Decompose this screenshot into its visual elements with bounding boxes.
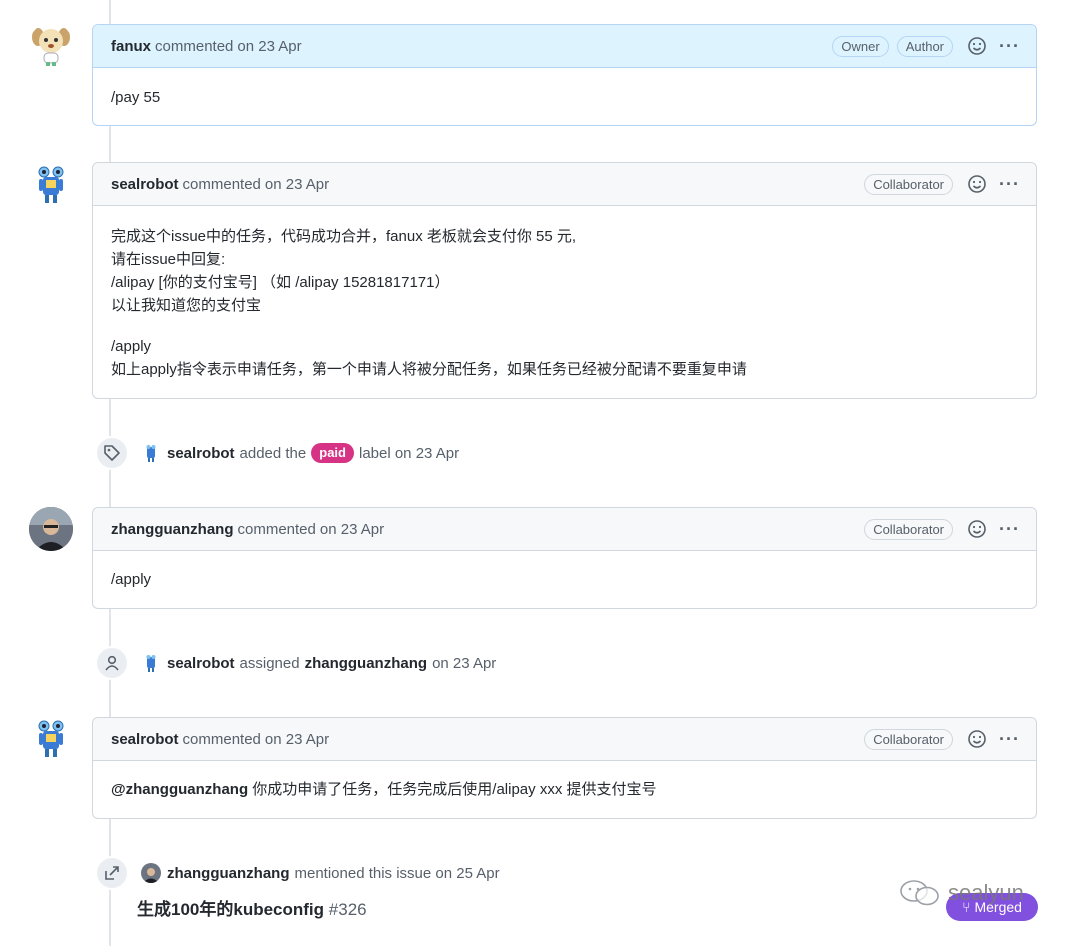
- comment-line: 以让我知道您的支付宝: [111, 297, 262, 314]
- smiley-icon[interactable]: [967, 36, 987, 56]
- event-actor[interactable]: zhangguanzhang: [167, 865, 290, 882]
- avatar-fanux[interactable]: [29, 23, 73, 67]
- mini-avatar-sealrobot[interactable]: [141, 653, 161, 673]
- referenced-pr-title[interactable]: 生成100年的kubeconfig #326: [137, 895, 367, 920]
- comment-action: commented: [182, 175, 261, 193]
- comment-date[interactable]: on 23 Apr: [265, 176, 329, 193]
- wechat-icon: [900, 880, 939, 906]
- comment-author[interactable]: sealrobot: [111, 176, 179, 193]
- comment-date[interactable]: on 23 Apr: [237, 38, 301, 55]
- comment-header: sealrobot commented on 23 Apr Collaborat…: [93, 163, 1036, 206]
- comment-line: /apply: [111, 338, 152, 355]
- mini-avatar-zhangguanzhang[interactable]: [141, 863, 161, 883]
- comment-header: sealrobot commented on 23 Apr Collaborat…: [93, 718, 1036, 761]
- smiley-icon[interactable]: [967, 729, 987, 749]
- comment-line: /apply: [111, 571, 152, 588]
- comment-line: /alipay [你的支付宝号] （如 /alipay 15281817171）: [111, 274, 450, 291]
- paid-label[interactable]: paid: [311, 443, 354, 463]
- comment-header: fanux commented on 23 Apr Owner Author ·…: [93, 25, 1036, 68]
- comment-line: 如上apply指令表示申请任务，第一个申请人将被分配任务，如果任务已经被分配请不…: [111, 361, 747, 378]
- avatar-sealrobot[interactable]: [29, 163, 73, 207]
- comment-author[interactable]: fanux: [111, 38, 151, 55]
- pr-title[interactable]: 生成100年的kubeconfig: [137, 900, 324, 919]
- comment-sealrobot-assigned: sealrobot commented on 23 Apr Collaborat…: [92, 717, 1037, 819]
- cross-reference-icon: [95, 856, 129, 890]
- comment-header: zhangguanzhang commented on 23 Apr Colla…: [93, 508, 1036, 551]
- comment-author[interactable]: zhangguanzhang: [111, 521, 234, 538]
- comment-body: 完成这个issue中的任务，代码成功合并，fanux 老板就会支付你 55 元,…: [93, 206, 1036, 381]
- event-text: label on 23 Apr: [358, 444, 460, 462]
- more-options-icon[interactable]: ···: [999, 175, 1020, 193]
- avatar-sealrobot[interactable]: [29, 717, 73, 761]
- event-text: assigned: [239, 654, 300, 672]
- comment-date[interactable]: on 23 Apr: [320, 521, 384, 538]
- smiley-icon[interactable]: [967, 174, 987, 194]
- tag-icon: [95, 436, 129, 470]
- watermark: sealyun: [898, 878, 1024, 908]
- collaborator-badge: Collaborator: [864, 518, 954, 540]
- avatar-zhangguanzhang[interactable]: [29, 507, 73, 551]
- comment-text: 你成功申请了任务，任务完成后使用/alipay xxx 提供支付宝号: [248, 781, 657, 798]
- more-options-icon[interactable]: ···: [999, 37, 1020, 55]
- person-icon: [95, 646, 129, 680]
- event-assignee[interactable]: zhangguanzhang: [305, 655, 428, 672]
- collaborator-badge: Collaborator: [864, 173, 954, 195]
- smiley-icon[interactable]: [967, 519, 987, 539]
- more-options-icon[interactable]: ···: [999, 730, 1020, 748]
- comment-line: @zhangguanzhang 你成功申请了任务，任务完成后使用/alipay …: [111, 778, 1018, 801]
- event-text: on 23 Apr: [432, 654, 497, 672]
- comment-sealrobot-task: sealrobot commented on 23 Apr Collaborat…: [92, 162, 1037, 399]
- comment-zhangguanzhang: zhangguanzhang commented on 23 Apr Colla…: [92, 507, 1037, 609]
- mini-avatar-sealrobot[interactable]: [141, 443, 161, 463]
- user-mention[interactable]: @zhangguanzhang: [111, 781, 248, 798]
- author-badge: Author: [896, 35, 954, 57]
- comment-body: @zhangguanzhang 你成功申请了任务，任务完成后使用/alipay …: [93, 761, 1036, 801]
- label-event: sealrobot added the paid label on 23 Apr: [95, 436, 459, 470]
- comment-body: /apply: [93, 551, 1036, 591]
- watermark-text: sealyun: [948, 880, 1024, 905]
- comment-line: /pay 55: [111, 89, 161, 106]
- mention-event: zhangguanzhang mentioned this issue on 2…: [95, 856, 500, 890]
- comment-line: 完成这个issue中的任务，代码成功合并，fanux 老板就会支付你 55 元,: [111, 228, 577, 245]
- comment-action: commented: [182, 730, 261, 748]
- comment-author[interactable]: sealrobot: [111, 731, 179, 748]
- comment-date[interactable]: on 23 Apr: [265, 731, 329, 748]
- comment-action: commented: [237, 520, 316, 538]
- collaborator-badge: Collaborator: [864, 728, 954, 750]
- comment-line: 请在issue中回复:: [111, 251, 226, 268]
- event-actor[interactable]: sealrobot: [167, 655, 235, 672]
- comment-action: commented: [155, 37, 234, 55]
- comment-body: /pay 55: [93, 68, 1036, 109]
- assign-event: sealrobot assigned zhangguanzhang on 23 …: [95, 646, 496, 680]
- pr-number[interactable]: #326: [329, 900, 367, 919]
- event-text: mentioned this issue on 25 Apr: [294, 864, 500, 882]
- event-actor[interactable]: sealrobot: [167, 445, 235, 462]
- owner-badge: Owner: [832, 35, 889, 57]
- more-options-icon[interactable]: ···: [999, 520, 1020, 538]
- comment-fanux: fanux commented on 23 Apr Owner Author ·…: [92, 24, 1037, 126]
- event-text: added the: [239, 444, 307, 462]
